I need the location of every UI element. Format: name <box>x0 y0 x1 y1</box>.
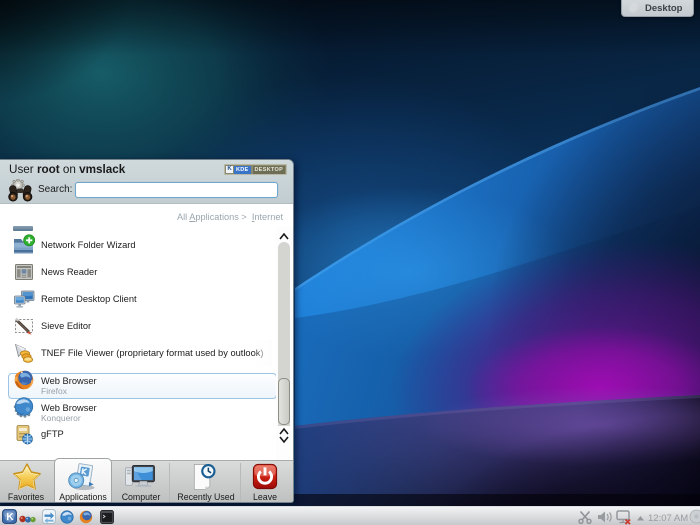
svg-text:K: K <box>6 512 14 523</box>
